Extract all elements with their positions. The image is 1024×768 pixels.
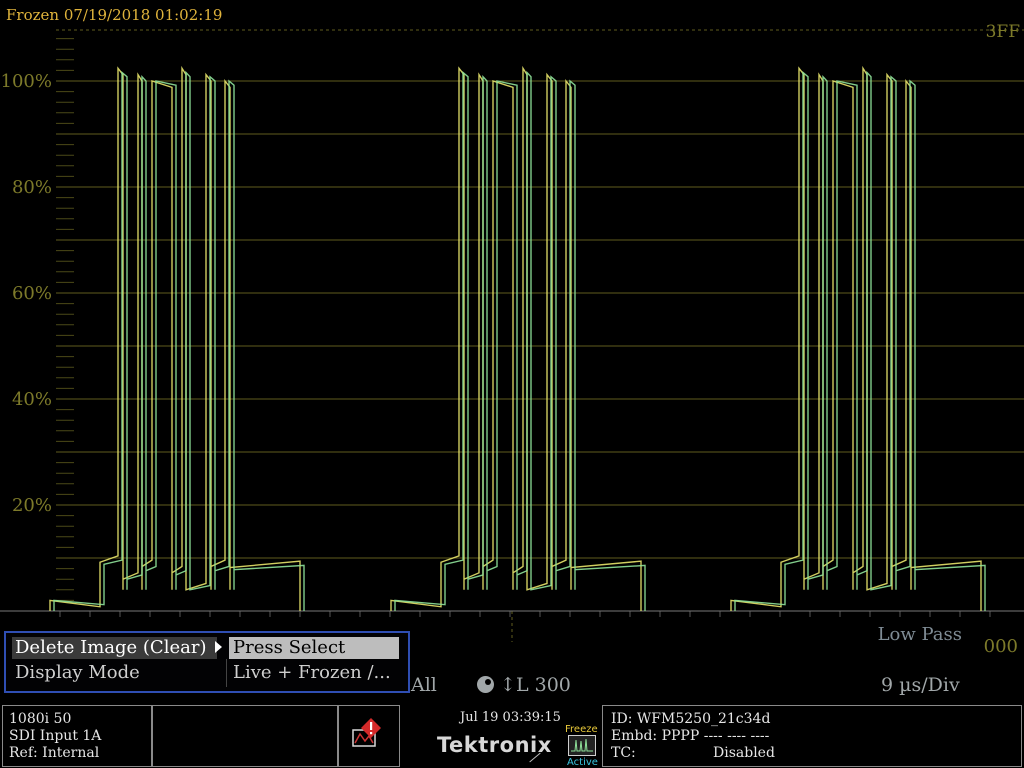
reference-source: Ref: Internal (9, 745, 100, 761)
freeze-menu: Delete Image (Clear) Press Select Displa… (4, 631, 410, 693)
live-waveform-trace (394, 70, 646, 611)
y-axis-label: 40% (12, 389, 52, 410)
gain-readout: ↕L 300 (477, 674, 571, 696)
menu-item-delete-image[interactable]: Delete Image (Clear) Press Select (10, 637, 404, 659)
y-axis-label: 100% (1, 71, 52, 92)
up-down-arrow-icon: ↕ (494, 674, 516, 696)
alarm-warning-icon[interactable] (351, 716, 385, 750)
submenu-arrow-icon (215, 641, 222, 653)
y-axis-label: 20% (12, 495, 52, 516)
freeze-label: Freeze (565, 724, 598, 735)
timebase-readout: 9 µs/Div (881, 674, 960, 696)
frozen-timestamp: Frozen 07/19/2018 01:02:19 (6, 6, 223, 24)
filter-label: Low Pass (877, 624, 962, 645)
y-axis-label: 80% (12, 177, 52, 198)
signal-format-panel: 1080i 50 SDI Input 1A Ref: Internal (2, 705, 152, 767)
id-panel: ID: WFM5250_21c34d Embd: PPPP ---- ---- … (602, 705, 1022, 767)
tektronix-logo: Tektronix (437, 733, 552, 757)
menu-item-display-mode[interactable]: Display Mode Live + Frozen /... (10, 662, 404, 684)
live-waveform-trace (734, 70, 986, 611)
input-source: SDI Input 1A (9, 728, 102, 744)
alarm-panel[interactable] (338, 705, 400, 767)
frozen-waveform-trace (730, 65, 982, 611)
gain-value: L 300 (515, 674, 571, 696)
live-waveform-trace (53, 70, 305, 611)
hex-top-label: 3FF (985, 22, 1020, 42)
menu-item-key[interactable]: Display Mode (12, 662, 217, 684)
channel-mode-label: All (411, 674, 437, 696)
device-id: ID: WFM5250_21c34d (611, 711, 771, 727)
active-label: Active (567, 757, 598, 768)
frozen-waveform-trace (390, 65, 642, 611)
gain-knob-icon (477, 676, 494, 693)
menu-item-value[interactable]: Press Select (229, 637, 399, 659)
status-panel-empty (152, 705, 338, 767)
menu-item-value[interactable]: Live + Frozen /... (229, 662, 399, 684)
timecode-label: TC: (611, 745, 636, 761)
hex-bottom-label: 000 (983, 636, 1018, 657)
freeze-waveform-icon (571, 738, 593, 752)
timecode-value: Disabled (713, 745, 775, 761)
current-date-time: Jul 19 03:39:15 (460, 710, 561, 725)
freeze-thumbnail-icon[interactable] (568, 735, 596, 756)
frozen-waveform-trace (49, 65, 301, 611)
y-axis-label: 60% (12, 283, 52, 304)
embedded-audio-status: Embd: PPPP ---- ---- ---- (611, 728, 770, 744)
video-format: 1080i 50 (9, 711, 72, 727)
menu-item-key[interactable]: Delete Image (Clear) (12, 637, 217, 659)
